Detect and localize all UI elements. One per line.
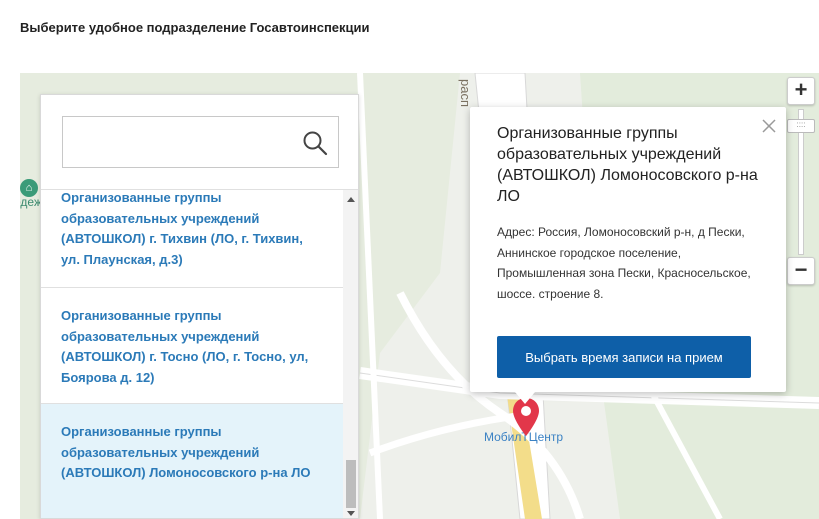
list-item[interactable]: Организованные группы образовательных уч…: [41, 288, 343, 404]
location-info-popup: Организованные группы образовательных уч…: [470, 107, 786, 404]
zoom-out-icon[interactable]: −: [787, 257, 815, 285]
zoom-in-icon[interactable]: +: [787, 77, 815, 105]
list-item[interactable]: Организованные группы образовательных уч…: [41, 180, 343, 288]
department-list[interactable]: Организованные группы образовательных уч…: [41, 189, 358, 518]
poi-label: одеж: [20, 195, 42, 209]
popup-tail: [515, 392, 535, 404]
department-list-panel: Организованные группы образовательных уч…: [40, 94, 359, 519]
popup-address: Адрес: Россия, Ломоносовский р-н, д Песк…: [497, 225, 751, 301]
zoom-slider-handle[interactable]: ::::: [787, 119, 815, 133]
select-appointment-time-button[interactable]: Выбрать время записи на прием: [497, 336, 751, 378]
list-item-label: Организованные группы образовательных уч…: [61, 308, 309, 385]
scroll-thumb[interactable]: [346, 460, 356, 508]
list-item-label: Организованные группы образовательных уч…: [61, 424, 311, 480]
map[interactable]: ⌂ одеж расп МобилТЦентр + :::: − Организ…: [20, 73, 819, 519]
page-title: Выберите удобное подразделение Госавтоин…: [20, 20, 370, 35]
zoom-control: + :::: −: [787, 77, 817, 287]
list-scrollbar[interactable]: [343, 190, 358, 518]
search-input[interactable]: [63, 117, 293, 167]
search-icon[interactable]: [302, 130, 328, 156]
scroll-up-icon[interactable]: [347, 197, 355, 202]
search-box: [62, 116, 339, 168]
scroll-down-icon[interactable]: [347, 511, 355, 516]
list-item-label: Организованные группы образовательных уч…: [61, 190, 303, 267]
popup-title: Организованные группы образовательных уч…: [497, 125, 758, 205]
list-item-selected[interactable]: Организованные группы образовательных уч…: [41, 404, 343, 518]
street-label: расп: [458, 79, 473, 107]
